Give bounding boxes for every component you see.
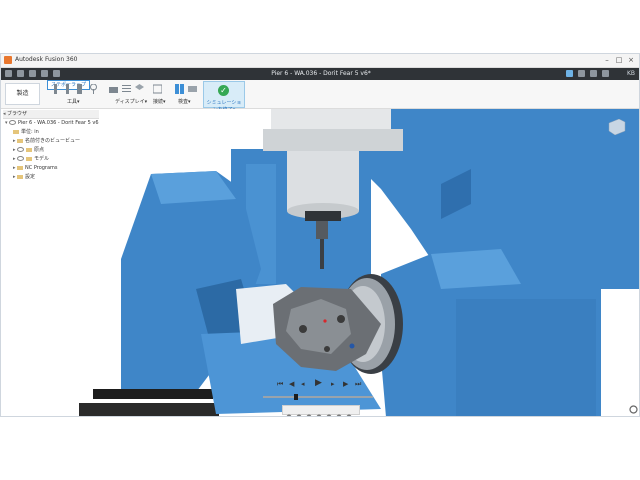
app-window: Autodesk Fusion 360 – □ × Pier 6 - WA.03… — [0, 53, 640, 417]
title-bar: Autodesk Fusion 360 – □ × — [1, 54, 639, 68]
first-frame-button[interactable]: ⏮ — [277, 380, 283, 389]
save-icon[interactable] — [29, 70, 36, 77]
browser-item-label: モデル — [34, 156, 50, 162]
folder-icon — [26, 147, 32, 152]
visibility-icon[interactable] — [9, 120, 16, 125]
lines-icon[interactable] — [122, 84, 131, 94]
file-icon[interactable] — [17, 70, 24, 77]
app-title: Autodesk Fusion 360 — [15, 56, 78, 63]
job-status-icon[interactable] — [578, 70, 585, 77]
tool-icon[interactable] — [63, 84, 72, 94]
measure-icon[interactable] — [188, 84, 197, 94]
check-icon: ✓ — [218, 85, 229, 96]
folder-icon — [17, 174, 23, 179]
nav-tools-icons[interactable] — [283, 413, 359, 417]
browser-item-units[interactable]: 単位: in — [13, 128, 39, 136]
maximize-button[interactable]: □ — [613, 55, 625, 65]
settings-gear-icon[interactable] — [629, 405, 638, 414]
inspect-group-label[interactable]: 検査▾ — [178, 98, 191, 105]
browser-title: ブラウザ — [7, 111, 28, 117]
navigation-bar — [282, 405, 360, 417]
connect-group-label[interactable]: 接続▾ — [153, 98, 166, 105]
display-group-label[interactable]: ディスプレイ▾ — [115, 98, 147, 105]
browser-root[interactable]: ▾ Pier 6 - WA.036 - Dorit Fear 5 v6 — [5, 119, 99, 127]
finish-simulation-button[interactable]: ✓ シミュレーションを終了▾ — [203, 81, 245, 113]
browser-item-label: 設定 — [25, 174, 36, 180]
play-button[interactable]: ▶ — [315, 378, 322, 388]
browser-header[interactable]: ◂ブラウザ — [3, 110, 99, 119]
browser-item-label: NC Programs — [25, 165, 58, 171]
last-frame-button[interactable]: ⏭ — [355, 380, 361, 389]
tool-library-icon[interactable] — [51, 84, 60, 94]
grid-menu-icon[interactable] — [5, 70, 12, 77]
inspect-icon[interactable] — [175, 84, 184, 94]
cube-icon[interactable] — [135, 84, 144, 94]
add-tab-icon[interactable] — [566, 70, 573, 77]
browser-item-nc-programs[interactable]: ▸ NC Programs — [13, 164, 58, 172]
viewcube-icon[interactable] — [607, 119, 627, 135]
holder-icon[interactable] — [75, 84, 84, 94]
visibility-icon[interactable] — [17, 147, 24, 152]
folder-icon — [17, 138, 23, 143]
fusion-logo-icon — [4, 56, 12, 64]
ribbon-toolbar: 製造 ステポーラップ 工具▾ ディスプレイ▾ 接続▾ 検査▾ ✓ シミュレーショ… — [1, 80, 639, 113]
folder-icon — [26, 156, 32, 161]
workspace-switcher[interactable]: 製造 — [5, 83, 40, 105]
tools-group-label[interactable]: 工具▾ — [67, 98, 80, 105]
folder-icon — [13, 129, 19, 134]
browser-item-label: 名前付きのビュービュー — [25, 138, 81, 144]
next-button[interactable]: ▶ — [343, 380, 348, 388]
close-button[interactable]: × — [625, 55, 637, 65]
folder-icon — [17, 165, 23, 170]
step-forward-button[interactable]: ▸ — [331, 380, 335, 388]
previous-button[interactable]: ◀ — [289, 380, 294, 388]
browser-item-label: 単位: in — [21, 129, 39, 135]
browser-panel: ◂ブラウザ ▾ Pier 6 - WA.036 - Dorit Fear 5 v6… — [1, 109, 101, 416]
step-back-button[interactable]: ◂ — [301, 380, 305, 388]
user-avatar[interactable]: KB — [627, 70, 635, 77]
undo-icon[interactable] — [41, 70, 48, 77]
browser-item-origin[interactable]: ▸ 原点 — [13, 146, 44, 154]
minimize-button[interactable]: – — [601, 55, 613, 65]
playback-scrubber[interactable] — [294, 394, 298, 400]
probe-icon[interactable] — [89, 84, 98, 94]
help-icon[interactable] — [602, 70, 609, 77]
browser-root-label: Pier 6 - WA.036 - Dorit Fear 5 v6 — [18, 120, 99, 126]
info-panel-icon[interactable] — [153, 84, 162, 94]
browser-item-model[interactable]: ▸ モデル — [13, 155, 49, 163]
visibility-icon[interactable] — [17, 156, 24, 161]
document-tab-title[interactable]: Pier 6 - WA.036 - Dorit Fear 5 v6* — [241, 70, 401, 77]
playback-timeline[interactable] — [263, 396, 373, 398]
browser-item-named-views[interactable]: ▸ 名前付きのビュービュー — [13, 137, 80, 145]
camera-icon[interactable] — [109, 84, 118, 94]
browser-item-setups[interactable]: ▸ 設定 — [13, 173, 35, 181]
notifications-icon[interactable] — [590, 70, 597, 77]
browser-item-label: 原点 — [34, 147, 45, 153]
quick-access-toolbar: Pier 6 - WA.036 - Dorit Fear 5 v6* KB — [1, 68, 639, 80]
redo-icon[interactable] — [53, 70, 60, 77]
